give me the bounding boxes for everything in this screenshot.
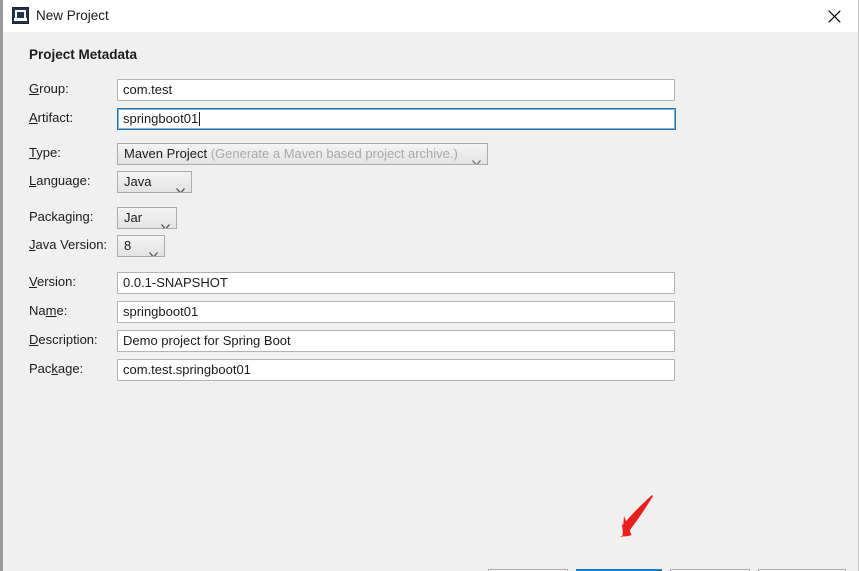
label-java-version: Java Version: bbox=[29, 237, 108, 252]
field-row-type: Type: Maven Project (Generate a Maven ba… bbox=[3, 143, 858, 165]
field-row-name: Name: springboot01 bbox=[3, 301, 858, 323]
type-hint: (Generate a Maven based project archive.… bbox=[210, 146, 458, 161]
label-group: Group: bbox=[29, 81, 69, 96]
field-row-version: Version: 0.0.1-SNAPSHOT bbox=[3, 272, 858, 294]
package-input[interactable]: com.test.springboot01 bbox=[117, 359, 675, 381]
language-value: Java bbox=[124, 174, 152, 189]
group-input[interactable]: com.test bbox=[117, 79, 675, 101]
dialog-body: Project Metadata Group: com.test Artifac… bbox=[3, 32, 858, 571]
packaging-dropdown[interactable]: Jar bbox=[117, 207, 177, 229]
label-description: Description: bbox=[29, 332, 98, 347]
field-row-artifact: Artifact: springboot01 bbox=[3, 108, 858, 130]
label-packaging: Packaging: bbox=[29, 209, 94, 224]
chevron-down-icon bbox=[149, 244, 158, 256]
label-artifact: Artifact: bbox=[29, 110, 74, 125]
java-version-value: 8 bbox=[124, 238, 132, 253]
chevron-down-icon bbox=[176, 180, 185, 192]
chevron-down-icon bbox=[161, 216, 170, 228]
field-row-language: Language: Java bbox=[3, 171, 858, 193]
type-dropdown[interactable]: Maven Project (Generate a Maven based pr… bbox=[117, 143, 488, 165]
label-name: Name: bbox=[29, 303, 68, 318]
artifact-input[interactable]: springboot01 bbox=[117, 108, 676, 130]
description-input[interactable]: Demo project for Spring Boot bbox=[117, 330, 675, 352]
field-row-description: Description: Demo project for Spring Boo… bbox=[3, 330, 858, 352]
type-value: Maven Project bbox=[124, 146, 208, 161]
field-row-package: Package: com.test.springboot01 bbox=[3, 359, 858, 381]
packaging-value: Jar bbox=[124, 210, 143, 225]
page-title: Project Metadata bbox=[29, 47, 138, 62]
close-icon[interactable] bbox=[812, 0, 858, 31]
close-glyph bbox=[828, 10, 841, 23]
label-package: Package: bbox=[29, 361, 84, 376]
field-row-java-version: Java Version: 8 bbox=[3, 235, 858, 257]
label-type: Type: bbox=[29, 145, 61, 160]
new-project-dialog: New Project Project Metadata Group: com.… bbox=[0, 0, 859, 571]
label-version: Version: bbox=[29, 274, 76, 289]
title-bar: New Project bbox=[3, 0, 858, 33]
text-caret bbox=[199, 112, 201, 126]
label-language: Language: bbox=[29, 173, 91, 188]
version-input[interactable]: 0.0.1-SNAPSHOT bbox=[117, 272, 675, 294]
field-row-packaging: Packaging: Jar bbox=[3, 207, 858, 229]
intellij-idea-icon bbox=[12, 7, 29, 24]
window-title: New Project bbox=[36, 8, 109, 23]
name-input[interactable]: springboot01 bbox=[117, 301, 675, 323]
java-version-dropdown[interactable]: 8 bbox=[117, 235, 165, 257]
language-dropdown[interactable]: Java bbox=[117, 171, 192, 193]
field-row-group: Group: com.test bbox=[3, 79, 858, 101]
chevron-down-icon bbox=[472, 152, 481, 164]
